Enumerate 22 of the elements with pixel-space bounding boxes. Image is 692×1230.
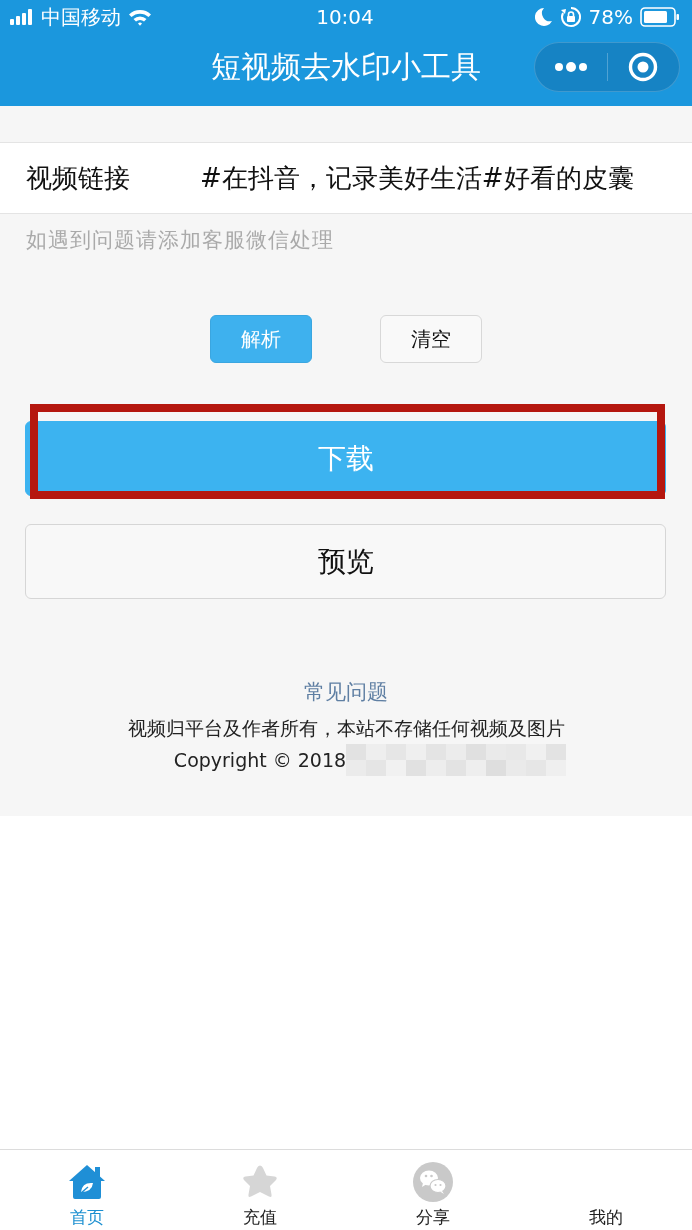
battery-percent: 78% (588, 5, 633, 29)
faq-link[interactable]: 常见问题 (304, 676, 388, 708)
status-time: 10:04 (316, 5, 374, 29)
chat-bubbles-icon (412, 1162, 453, 1202)
moon-icon (534, 7, 553, 27)
copyright-text: Copyright © 2018 (173, 748, 347, 773)
carrier-name: 中国移动 (41, 5, 121, 29)
star-icon (240, 1164, 279, 1200)
battery-icon (640, 7, 680, 27)
link-input[interactable]: #在抖音，记录美好生活#好看的皮囊 (200, 158, 692, 198)
hint-text: 如遇到问题请添加客服微信处理 (26, 227, 335, 254)
more-icon (553, 62, 588, 72)
house-icon (67, 1164, 106, 1200)
field-label: 视频链接 (26, 161, 131, 195)
rotation-lock-icon (559, 6, 582, 28)
preview-button[interactable]: 预览 (25, 524, 666, 599)
clear-button[interactable]: 清空 (380, 315, 482, 363)
disclaimer-text: 视频归平台及作者所有，本站不存储任何视频及图片 (127, 716, 565, 741)
wifi-icon (128, 8, 152, 26)
ring-dot-icon (628, 52, 659, 82)
page-title: 短视频去水印小工具 (211, 48, 481, 86)
signal-icon (10, 9, 34, 25)
